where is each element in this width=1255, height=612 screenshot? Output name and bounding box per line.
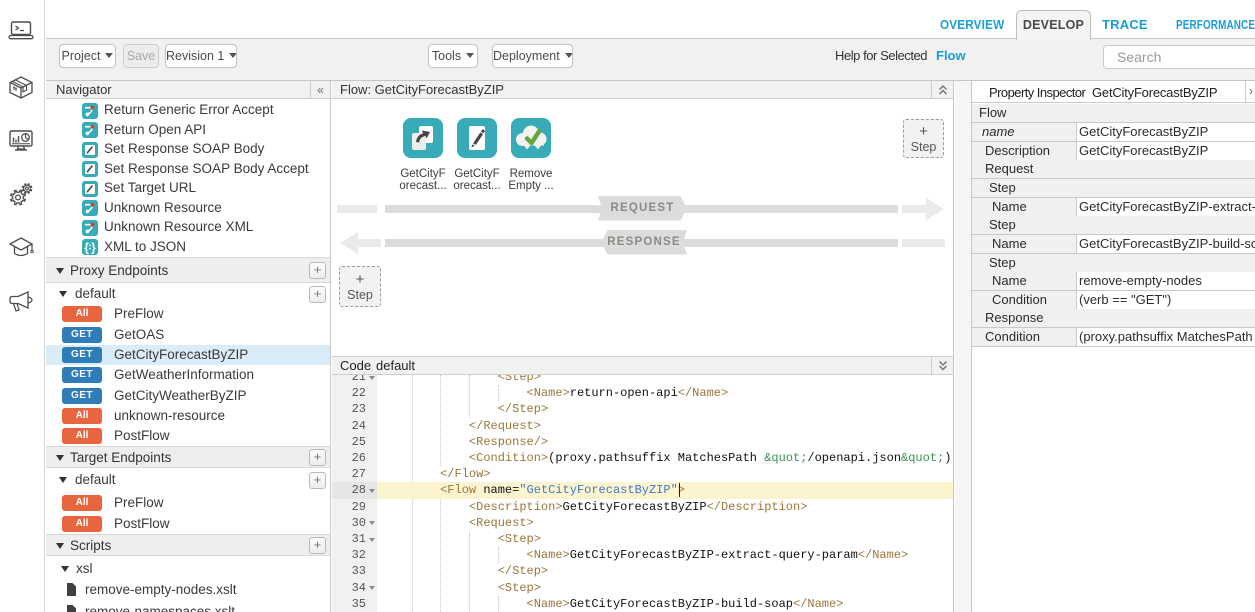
svg-text:{: { xyxy=(84,240,89,254)
svg-text:}: } xyxy=(91,240,96,254)
